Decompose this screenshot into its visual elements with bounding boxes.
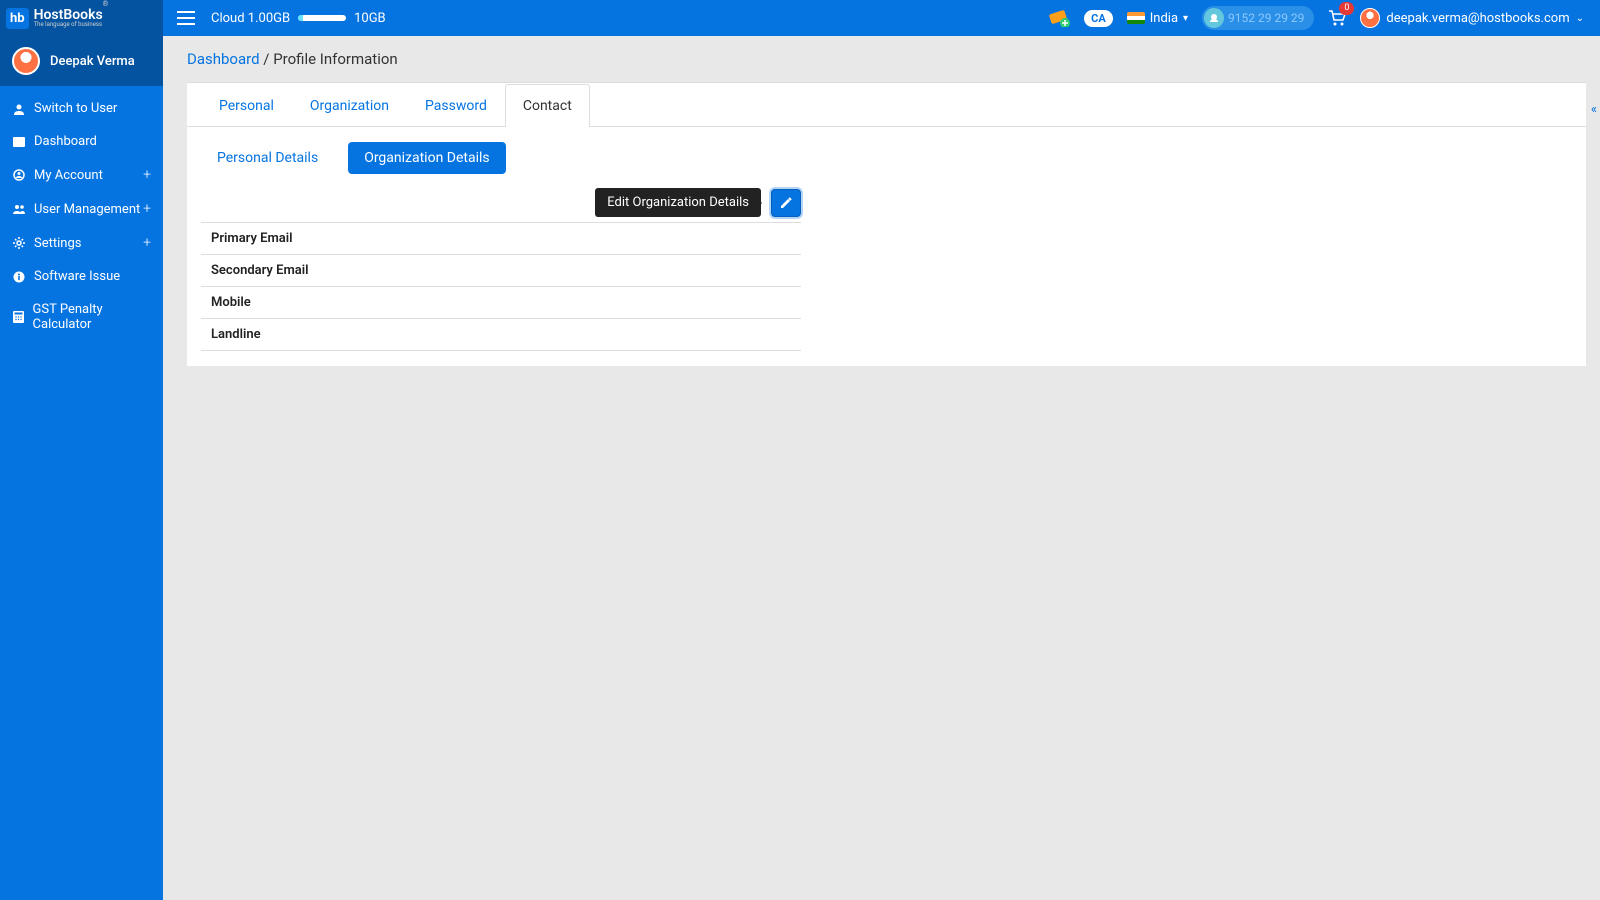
sidebar-user-block[interactable]: Deepak Verma (0, 36, 163, 86)
sidebar-nav: Switch to UserDashboardMy Account+User M… (0, 92, 163, 341)
sidebar-item-settings[interactable]: Settings + (0, 226, 163, 260)
breadcrumb-current: Profile Information (273, 50, 398, 68)
info-icon (12, 271, 26, 283)
logo-hb-badge: hb (6, 8, 29, 29)
breadcrumb: Dashboard / Profile Information (163, 36, 1600, 82)
cloud-usage: Cloud 1.00GB (211, 11, 290, 26)
cloud-total: 10GB (354, 11, 386, 26)
sidebar-user-name: Deepak Verma (50, 54, 135, 69)
gear-icon (12, 237, 26, 249)
logo-text-wrap: HostBooks ® The language of business (34, 8, 109, 28)
sidebar-item-gst-penalty-calculator[interactable]: GST Penalty Calculator (0, 293, 163, 341)
headset-icon (1204, 8, 1224, 28)
cloud-label: Cloud (211, 11, 245, 26)
support-number: 9152 29 29 29 (1228, 11, 1312, 25)
breadcrumb-root[interactable]: Dashboard (187, 50, 260, 68)
calc-icon (12, 311, 25, 323)
sidebar-item-label: Software Issue (34, 269, 120, 284)
field-primary-email: Primary Email (201, 223, 801, 255)
cart-button[interactable]: 0 (1328, 10, 1346, 26)
expand-icon: + (143, 201, 151, 217)
edit-row: Edit Organization Details (201, 188, 801, 217)
main-content: Dashboard / Profile Information Personal… (163, 36, 1600, 366)
logo-tagline: The language of business (34, 22, 109, 28)
hamburger-icon[interactable] (177, 11, 195, 25)
user-icon (12, 103, 26, 115)
subtab-organization-details[interactable]: Organization Details (348, 142, 505, 174)
account-icon (12, 169, 26, 181)
avatar-icon (12, 47, 40, 75)
flag-icon (1127, 12, 1145, 24)
expand-icon: + (143, 167, 151, 183)
user-menu[interactable]: deepak.verma@hostbooks.com ⌄ (1360, 8, 1584, 28)
org-details-block: Edit Organization Details Primary EmailS… (201, 188, 801, 351)
users-icon (12, 203, 26, 215)
sidebar-item-switch-to-user[interactable]: Switch to User (0, 92, 163, 125)
subtab-personal-details[interactable]: Personal Details (201, 142, 334, 174)
ca-badge[interactable]: CA (1084, 10, 1113, 27)
support-phone[interactable]: 9152 29 29 29 (1202, 6, 1314, 30)
chevron-down-icon: ⌄ (1576, 13, 1584, 24)
top-header: hb HostBooks ® The language of business … (0, 0, 1600, 36)
chevron-down-icon: ▾ (1183, 13, 1188, 24)
sidebar-item-label: GST Penalty Calculator (33, 302, 151, 332)
field-list: Primary EmailSecondary EmailMobileLandli… (201, 222, 801, 351)
user-email: deepak.verma@hostbooks.com (1386, 11, 1569, 26)
logo[interactable]: hb HostBooks ® The language of business (0, 0, 163, 36)
collapse-panel-icon[interactable]: « (1588, 96, 1600, 123)
dash-icon (12, 137, 26, 147)
field-mobile: Mobile (201, 287, 801, 319)
sidebar-item-user-management[interactable]: User Management+ (0, 192, 163, 226)
country-selector[interactable]: India ▾ (1127, 11, 1188, 26)
sidebar-item-label: Switch to User (34, 101, 117, 116)
sub-tabs: Personal Details Organization Details (201, 142, 1572, 174)
logo-main-text: HostBooks (34, 8, 103, 22)
field-landline: Landline (201, 319, 801, 351)
edit-tooltip: Edit Organization Details (595, 188, 761, 217)
sidebar-item-label: Settings (34, 236, 81, 251)
contact-section: Personal Details Organization Details Edi… (187, 127, 1586, 366)
field-secondary-email: Secondary Email (201, 255, 801, 287)
country-name: India (1150, 11, 1178, 26)
cloud-used: 1.00GB (248, 11, 290, 26)
sidebar-item-label: User Management (34, 202, 140, 217)
breadcrumb-sep: / (260, 50, 274, 68)
sidebar: Deepak Verma Switch to User Dashboard My A… (0, 36, 163, 900)
sidebar-item-software-issue[interactable]: Software Issue (0, 260, 163, 293)
tab-personal[interactable]: Personal (201, 84, 292, 127)
tab-organization[interactable]: Organization (292, 84, 407, 127)
sidebar-item-label: My Account (34, 168, 103, 183)
tab-contact[interactable]: Contact (505, 84, 590, 127)
pencil-icon (779, 196, 793, 210)
cart-count-badge: 0 (1339, 2, 1354, 15)
header-right: CA India ▾ 9152 29 29 29 0 deepak.verma@… (1048, 0, 1600, 36)
ticket-icon[interactable] (1048, 9, 1070, 27)
profile-card: PersonalOrganizationPasswordContact Pers… (187, 82, 1586, 366)
tab-password[interactable]: Password (407, 84, 505, 127)
edit-button[interactable] (771, 189, 801, 217)
sidebar-item-label: Dashboard (34, 134, 97, 149)
logo-reg-mark: ® (103, 1, 109, 8)
cloud-progress-bar (298, 15, 346, 21)
sidebar-item-dashboard[interactable]: Dashboard (0, 125, 163, 158)
sidebar-item-my-account[interactable]: My Account + (0, 158, 163, 192)
expand-icon: + (143, 235, 151, 251)
avatar-icon (1360, 8, 1380, 28)
main-tabs: PersonalOrganizationPasswordContact (187, 83, 1586, 127)
